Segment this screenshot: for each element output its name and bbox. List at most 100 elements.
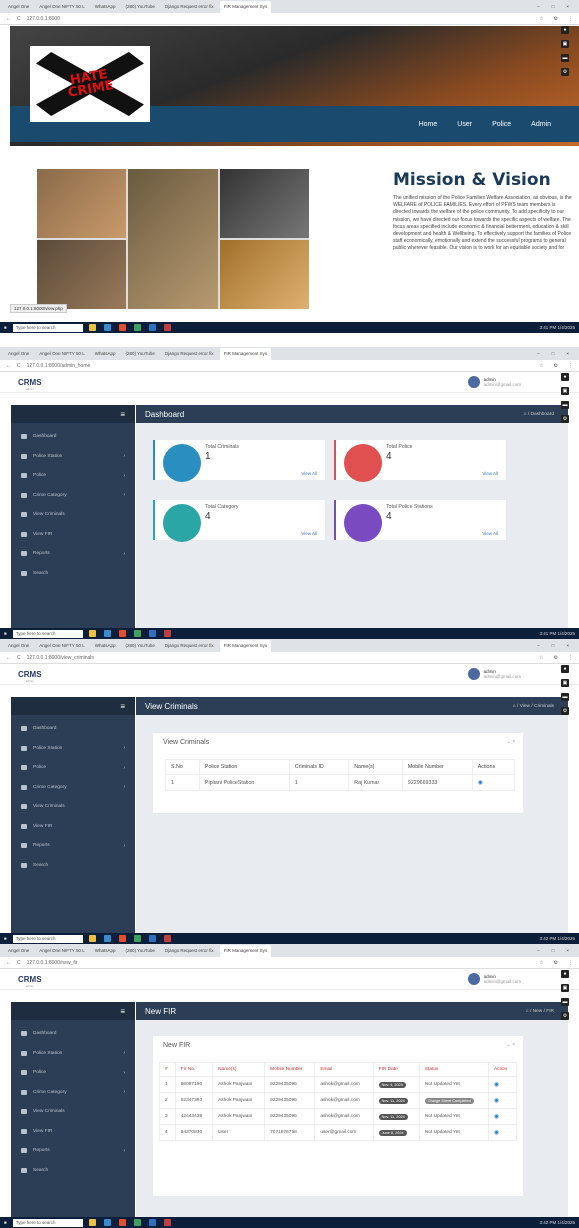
windows-start-icon[interactable]: ■ (4, 631, 7, 636)
sidebar-item-dashboard[interactable]: Dashboard (11, 1024, 135, 1044)
view-all-link[interactable]: View All (482, 531, 498, 536)
sidebar-item-police[interactable]: Police › (11, 466, 135, 486)
browser-tab[interactable]: WhatsApp (91, 948, 120, 953)
browser-tab-active[interactable]: FIR Management Sys (219, 347, 272, 360)
sidebar-item-view-fir[interactable]: View FIR (11, 1122, 135, 1142)
sidebar-item-reports[interactable]: Reports › (11, 544, 135, 564)
breadcrumb[interactable]: ⌂ / Dashboard (524, 412, 554, 417)
browser-tab[interactable]: (280) YouTube (121, 351, 158, 356)
menu-toggle-icon[interactable]: ≡ (120, 410, 125, 419)
sidebar-item-view-criminals[interactable]: View Criminals (11, 797, 135, 817)
sidebar-item-view-fir[interactable]: View FIR (11, 817, 135, 837)
url-field[interactable]: 127.0.0.1:8000/view_criminals (27, 655, 94, 661)
reload-icon[interactable]: C (17, 363, 21, 369)
sidebar-item-dashboard[interactable]: Dashboard (11, 719, 135, 739)
taskbar-search[interactable]: Type here to search (12, 323, 83, 332)
sidebar-item-dashboard[interactable]: Dashboard (11, 427, 135, 447)
browser-tab[interactable]: WhatsApp (91, 351, 120, 356)
taskbar-search[interactable]: Type here to search (12, 934, 83, 943)
sidebar-item-view-criminals[interactable]: View Criminals (11, 505, 135, 525)
sidebar-item-reports[interactable]: Reports › (11, 1141, 135, 1161)
view-all-link[interactable]: View All (301, 471, 317, 476)
reload-icon[interactable]: C (17, 655, 21, 661)
user-profile[interactable]: admin admin@gmail.com (467, 973, 521, 985)
sidebar-item-view-fir[interactable]: View FIR (11, 525, 135, 545)
sidebar-item-police-station[interactable]: Police Station › (11, 447, 135, 467)
window-controls[interactable]: – □ × (537, 351, 575, 356)
nav-home[interactable]: Home (419, 121, 438, 128)
nav-police[interactable]: Police (492, 121, 511, 128)
sidebar-item-crime-category[interactable]: Crime Category › (11, 1083, 135, 1103)
floating-toolbar[interactable]: ● ▣ ▬ ⚙ (561, 26, 569, 76)
sidebar-item-police[interactable]: Police › (11, 758, 135, 778)
view-eye-icon[interactable]: ◉ (478, 780, 483, 786)
window-controls[interactable]: – □ × (537, 4, 575, 9)
browser-tab[interactable]: WhatsApp (91, 4, 120, 9)
windows-start-icon[interactable]: ■ (4, 325, 7, 330)
sidebar-item-reports[interactable]: Reports › (11, 836, 135, 856)
sidebar-item-search[interactable]: Search (11, 564, 135, 584)
browser-tab[interactable]: Angel One NIFTY 50 L (35, 4, 88, 9)
view-all-link[interactable]: View All (482, 471, 498, 476)
floating-toolbar[interactable]: ● ▣ ▬ ⚙ (561, 665, 569, 715)
windows-start-icon[interactable]: ■ (4, 936, 7, 941)
menu-toggle-icon[interactable]: ≡ (120, 702, 125, 711)
crms-logo[interactable]: CRMS admin (18, 378, 42, 391)
sidebar-item-police[interactable]: Police › (11, 1063, 135, 1083)
browser-tab[interactable]: Angel One (4, 4, 33, 9)
url-field[interactable]: 127.0.0.1:8000/new_fir (27, 960, 78, 966)
breadcrumb[interactable]: ⌂ / New / FIR (526, 1009, 554, 1014)
browser-tab[interactable]: Django Request error fix (161, 351, 218, 356)
user-profile[interactable]: admin admin@gmail.com (467, 376, 521, 388)
crms-logo[interactable]: CRMS admin (18, 975, 42, 988)
browser-tab[interactable]: Angel One NIFTY 50 L (35, 351, 88, 356)
user-profile[interactable]: admin admin@gmail.com (467, 668, 521, 680)
browser-tab[interactable]: Django Request error fix (161, 643, 218, 648)
taskbar-search[interactable]: Type here to search (12, 1218, 83, 1227)
floating-toolbar[interactable]: ● ▣ ▬ ⚙ (561, 373, 569, 423)
nav-admin[interactable]: Admin (531, 121, 551, 128)
browser-tab[interactable]: Angel One NIFTY 50 L (35, 948, 88, 953)
browser-tab-active[interactable]: FIR Management Sys (219, 0, 272, 13)
browser-tab-active[interactable]: FIR Management Sys (219, 639, 272, 652)
taskbar-apps[interactable] (88, 1219, 171, 1226)
browser-tab[interactable]: WhatsApp (91, 643, 120, 648)
sidebar-item-crime-category[interactable]: Crime Category › (11, 778, 135, 798)
sidebar-item-search[interactable]: Search (11, 1161, 135, 1181)
browser-tab[interactable]: (280) YouTube (121, 643, 158, 648)
sidebar-item-crime-category[interactable]: Crime Category › (11, 486, 135, 506)
browser-toolbar-icons[interactable]: ☆ ⚙ ⋮ (539, 363, 573, 369)
window-controls[interactable]: – □ × (537, 948, 575, 953)
taskbar-apps[interactable] (88, 935, 171, 942)
sidebar-item-search[interactable]: Search (11, 856, 135, 876)
url-field[interactable]: 127.0.0.1:8000/admin_home (27, 363, 91, 369)
browser-toolbar-icons[interactable]: ☆ ⚙ ⋮ (539, 655, 573, 661)
back-icon[interactable]: ← (6, 960, 11, 966)
back-icon[interactable]: ← (6, 16, 11, 22)
taskbar-search[interactable]: Type here to search (12, 629, 83, 638)
browser-tab[interactable]: Angel One (4, 643, 33, 648)
browser-tab-active[interactable]: FIR Management Sys (219, 944, 272, 957)
breadcrumb[interactable]: ⌂ / View / Criminals (513, 704, 554, 709)
view-eye-icon[interactable]: ◉ (494, 1098, 499, 1104)
panel-tools[interactable]: ⌄ × (507, 1042, 516, 1048)
taskbar-apps[interactable] (88, 630, 171, 637)
browser-tab[interactable]: Django Request error fix (161, 4, 218, 9)
view-eye-icon[interactable]: ◉ (494, 1114, 499, 1120)
panel-tools[interactable]: ⌄ × (507, 739, 516, 745)
view-eye-icon[interactable]: ◉ (494, 1082, 499, 1088)
browser-tab[interactable]: Django Request error fix (161, 948, 218, 953)
sidebar-item-police-station[interactable]: Police Station › (11, 739, 135, 759)
browser-toolbar-icons[interactable]: ☆ ⚙ ⋮ (539, 16, 573, 22)
windows-start-icon[interactable]: ■ (4, 1220, 7, 1225)
reload-icon[interactable]: C (17, 960, 21, 966)
crms-logo[interactable]: CRMS admin (18, 670, 42, 683)
window-controls[interactable]: – □ × (537, 643, 575, 648)
browser-toolbar-icons[interactable]: ☆ ⚙ ⋮ (539, 960, 573, 966)
floating-toolbar[interactable]: ● ▣ ▬ ⚙ (561, 970, 569, 1020)
view-eye-icon[interactable]: ◉ (494, 1130, 499, 1136)
sidebar-item-view-criminals[interactable]: View Criminals (11, 1102, 135, 1122)
back-icon[interactable]: ← (6, 655, 11, 661)
browser-tab[interactable]: (280) YouTube (121, 4, 158, 9)
back-icon[interactable]: ← (6, 363, 11, 369)
